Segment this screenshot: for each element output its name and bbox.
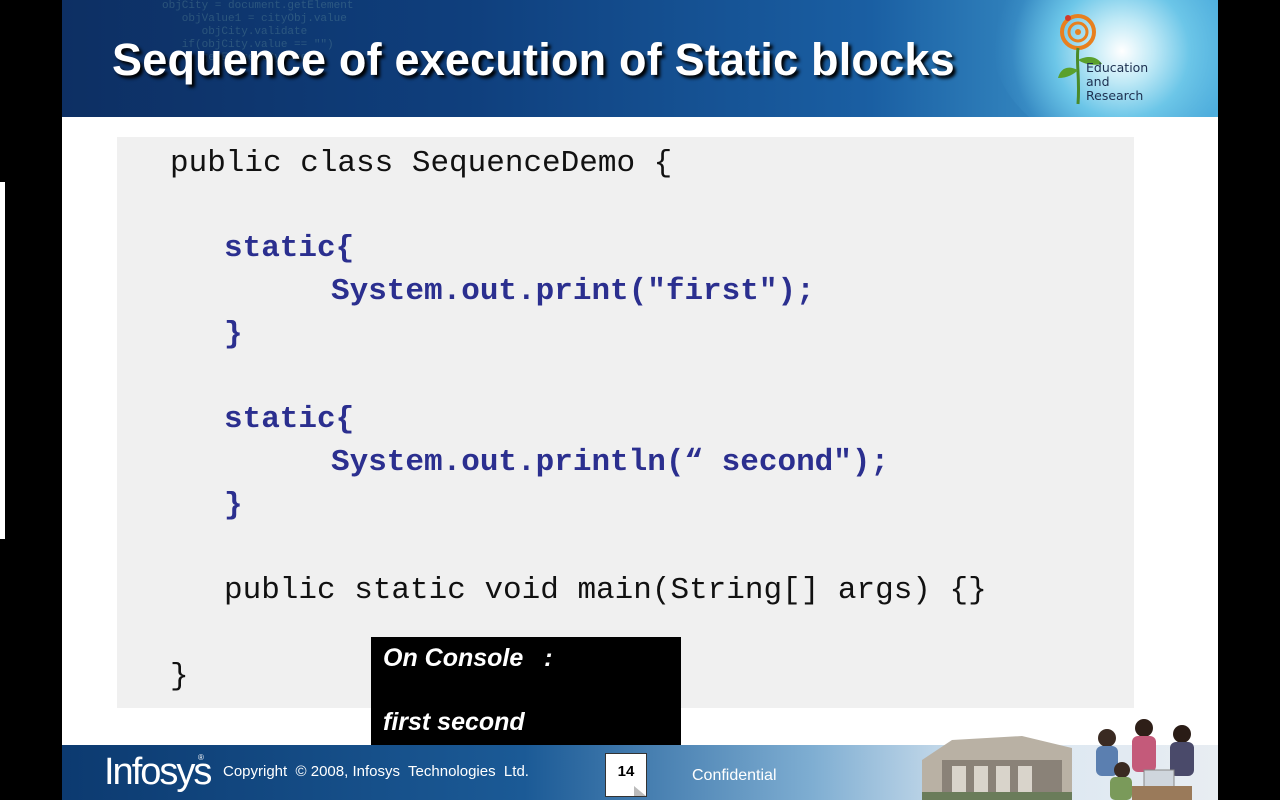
page-fold-icon	[634, 786, 646, 796]
code-line-class-decl: public class SequenceDemo {	[170, 146, 673, 181]
logo-line-1: Education	[1086, 60, 1149, 75]
console-label: On Console :	[383, 644, 553, 672]
logo-line-3: Research	[1086, 88, 1144, 103]
console-output-box: On Console : first second	[371, 637, 681, 745]
logo-line-2: and	[1086, 74, 1110, 89]
code-block: public class SequenceDemo { static{ Syst…	[117, 137, 1134, 708]
page-number: 14	[617, 763, 635, 780]
copyright-text: Copyright © 2008, Infosys Technologies L…	[223, 763, 529, 780]
code-line-print-first: System.out.print("first");	[331, 274, 815, 309]
campus-photo	[922, 719, 1194, 800]
left-edge-strip	[0, 182, 5, 539]
code-line-close-1: }	[224, 317, 243, 352]
slide: objCity = document.getElement objValue1 …	[62, 0, 1218, 800]
registered-mark: ®	[198, 753, 204, 762]
students-image	[1096, 719, 1194, 800]
confidential-label: Confidential	[692, 767, 777, 784]
infosys-logo: Infosys	[104, 751, 212, 793]
code-line-close-2: }	[224, 488, 243, 523]
logo-text: Education and Research	[1086, 61, 1148, 103]
code-line-static-2: static{	[224, 402, 355, 437]
code-line-class-close: }	[170, 659, 189, 694]
code-line-main: public static void main(String[] args) {…	[224, 573, 987, 608]
building-image	[922, 736, 1072, 800]
code-line-print-second: System.out.println(“ second");	[331, 445, 890, 480]
slide-header: objCity = document.getElement objValue1 …	[62, 0, 1218, 117]
page-number-box: 14	[605, 753, 647, 797]
slide-title: Sequence of execution of Static blocks	[112, 34, 955, 85]
console-output-text: first second	[383, 708, 525, 736]
code-line-static-1: static{	[224, 231, 355, 266]
